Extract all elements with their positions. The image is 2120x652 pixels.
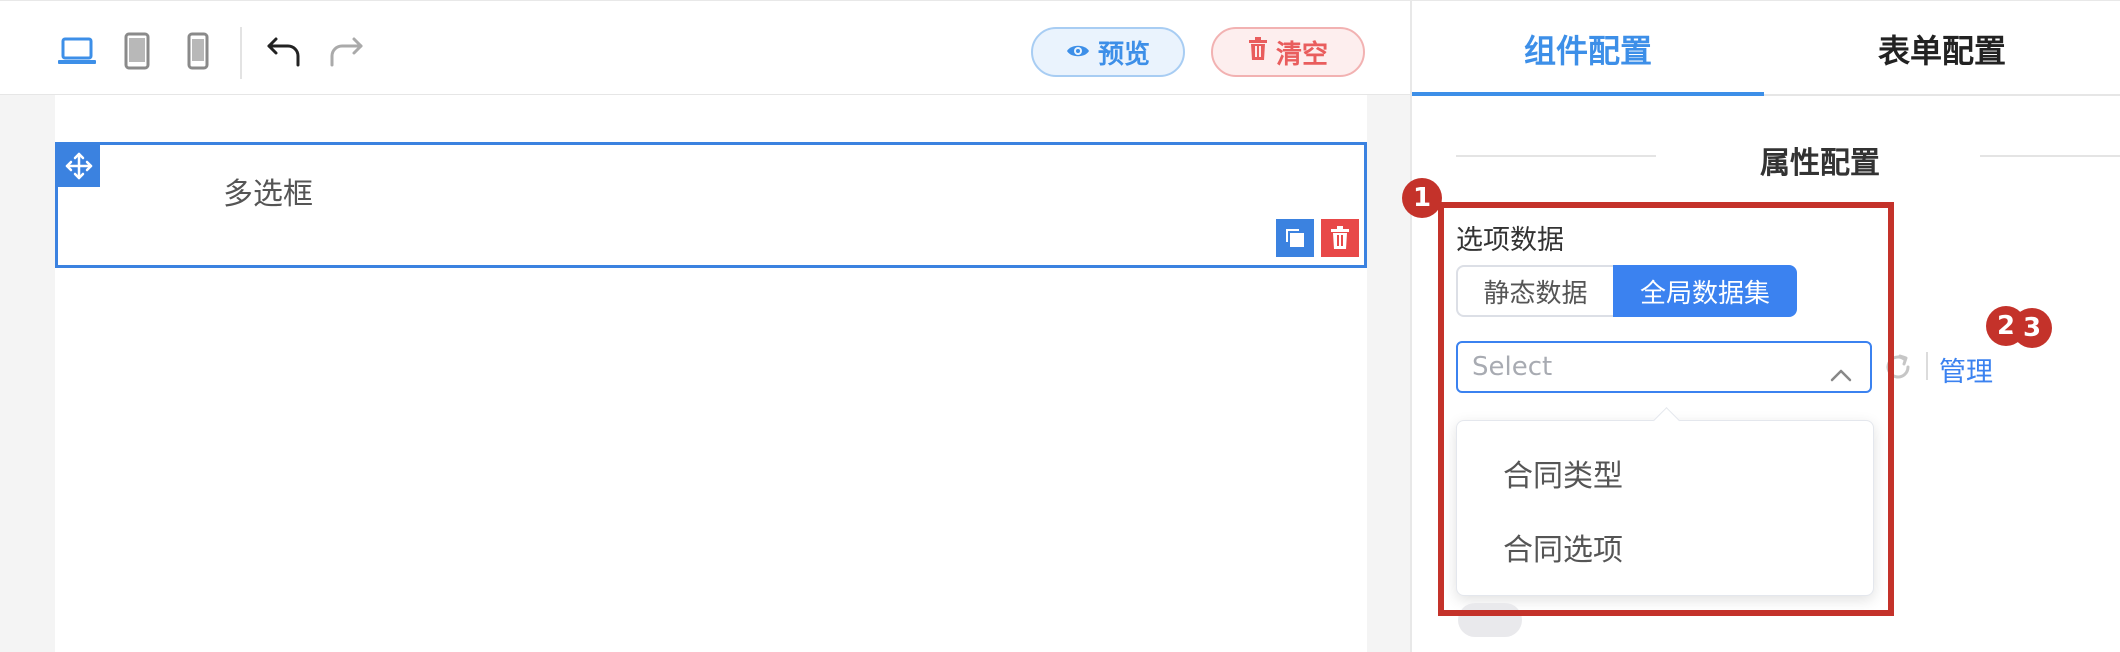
section-title: 属性配置 bbox=[1760, 146, 1880, 181]
laptop-icon[interactable] bbox=[55, 29, 99, 73]
annotation-highlight-box bbox=[1438, 202, 1894, 616]
clear-button[interactable]: 清空 bbox=[1211, 27, 1365, 77]
config-panel: 组件配置 表单配置 属性配置 选项数据 静态数据 全局数据集 Select 管理… bbox=[1402, 0, 2120, 652]
tab-component-config[interactable]: 组件配置 bbox=[1412, 1, 1764, 97]
undo-icon[interactable] bbox=[262, 29, 306, 73]
copy-icon[interactable] bbox=[1276, 219, 1314, 257]
phone-icon[interactable] bbox=[176, 29, 220, 73]
eye-icon bbox=[1066, 37, 1090, 67]
trash-icon bbox=[1248, 36, 1268, 68]
checkbox-field-widget[interactable]: 多选框 bbox=[55, 142, 1367, 268]
annotation-badge-3: 3 bbox=[2012, 308, 2052, 348]
designer-toolbar: 预览 清空 bbox=[0, 0, 1410, 95]
toolbar-separator bbox=[240, 27, 242, 79]
link-separator bbox=[1926, 352, 1928, 380]
field-label: 多选框 bbox=[223, 177, 313, 212]
section-divider-right bbox=[1980, 155, 2120, 157]
manage-link[interactable]: 管理 bbox=[1939, 350, 1993, 389]
active-tab-indicator bbox=[1412, 92, 1764, 96]
move-icon[interactable] bbox=[58, 145, 100, 187]
preview-button[interactable]: 预览 bbox=[1031, 27, 1185, 77]
preview-label: 预览 bbox=[1097, 39, 1150, 70]
tab-form-config[interactable]: 表单配置 bbox=[1764, 1, 2120, 97]
redo-icon[interactable] bbox=[324, 29, 368, 73]
config-tabs: 组件配置 表单配置 bbox=[1412, 0, 2120, 96]
annotation-badge-1: 1 bbox=[1402, 178, 1442, 218]
clear-label: 清空 bbox=[1275, 39, 1328, 70]
tablet-icon[interactable] bbox=[115, 29, 159, 73]
section-divider-left bbox=[1456, 155, 1656, 157]
delete-icon[interactable] bbox=[1321, 219, 1359, 257]
